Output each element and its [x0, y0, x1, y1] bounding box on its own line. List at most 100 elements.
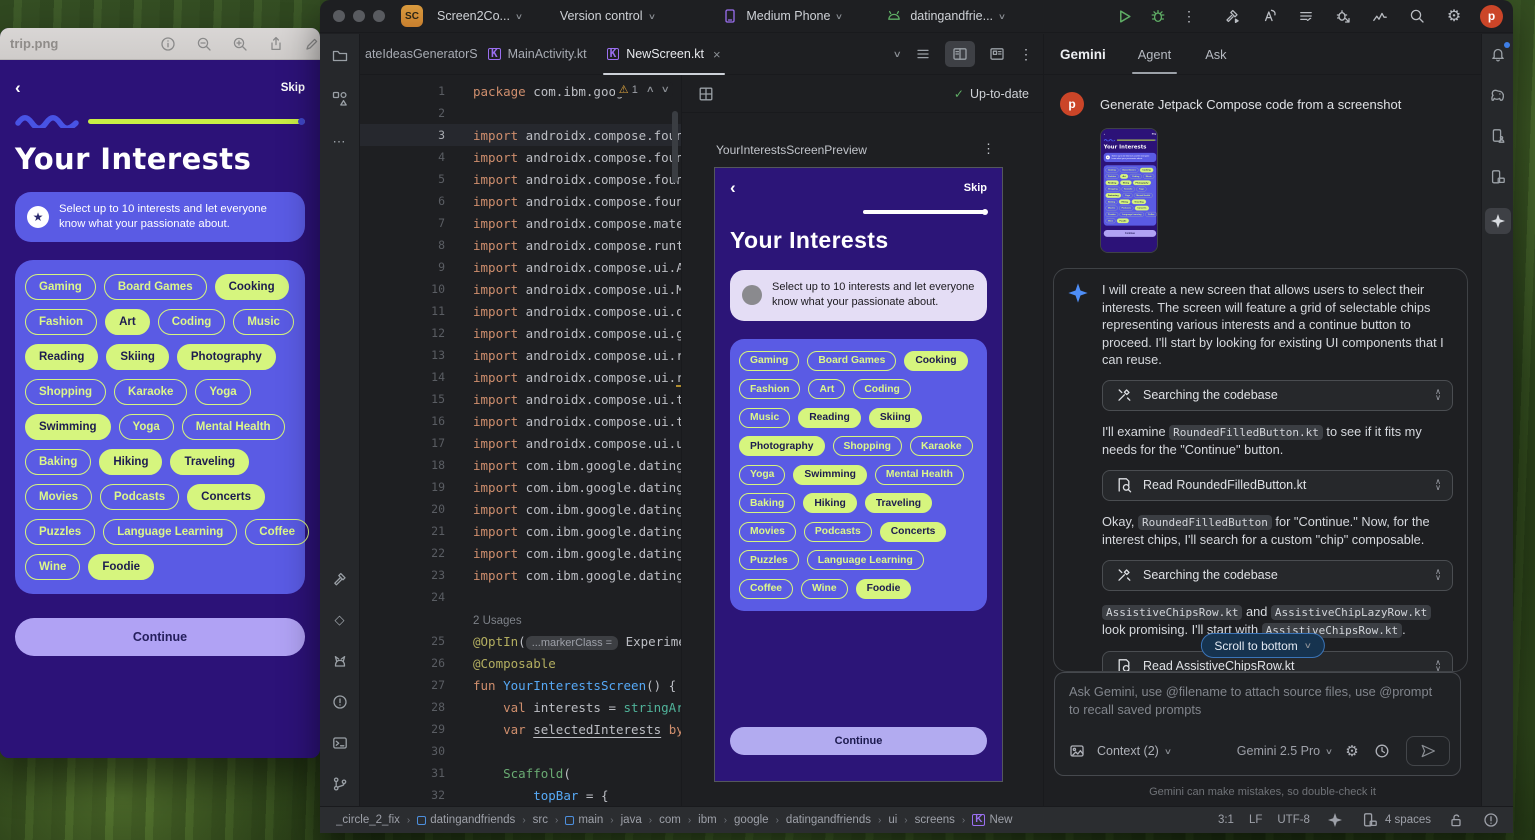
build-icon[interactable]	[1222, 6, 1242, 26]
close-window-button[interactable]	[333, 10, 345, 22]
interest-chip[interactable]: Mental Health	[875, 465, 964, 485]
code-line[interactable]: 6import androidx.compose.foundat	[360, 190, 681, 212]
expand-icon[interactable]: ∧∨	[1435, 660, 1441, 672]
minimize-window-button[interactable]	[353, 10, 365, 22]
tool-call-row[interactable]: Searching the codebase∧∨	[1102, 380, 1453, 411]
interest-chip[interactable]: Concerts	[880, 522, 947, 542]
interest-chip[interactable]: Karaoke	[910, 436, 973, 456]
code-line[interactable]: 26@Composable	[360, 652, 681, 674]
breadcrumb-item[interactable]: datingandfriends	[786, 814, 871, 826]
line-separator[interactable]: LF	[1249, 814, 1262, 826]
code-line[interactable]: 30	[360, 740, 681, 762]
interest-chip[interactable]: Yoga	[739, 465, 785, 485]
gemini-settings-icon[interactable]: ⚙	[1342, 741, 1362, 761]
breadcrumb-item[interactable]: screens	[915, 814, 955, 826]
code-line[interactable]: 3import androidx.compose.foundat	[360, 124, 681, 146]
breadcrumb-item[interactable]: google	[734, 814, 769, 826]
interest-chip[interactable]: Cooking	[904, 351, 967, 371]
attach-debugger-icon[interactable]	[1333, 6, 1353, 26]
code-line[interactable]: 16import androidx.compose.ui.tool	[360, 410, 681, 432]
inlay-hint-row[interactable]: 2 Usages	[360, 608, 681, 630]
back-icon[interactable]: ‹	[730, 182, 736, 194]
gemini-icon[interactable]	[1488, 211, 1508, 231]
code-line[interactable]: 19import com.ibm.google.datingand	[360, 476, 681, 498]
build-hammer-icon[interactable]	[330, 569, 350, 589]
todo-icon[interactable]	[1296, 6, 1316, 26]
breadcrumb-item[interactable]: ibm	[698, 814, 717, 826]
indent-config[interactable]: 4 spaces	[1360, 810, 1431, 830]
more-icon[interactable]: ⋯	[330, 132, 350, 152]
code-line[interactable]: 10import androidx.compose.ui.Modi	[360, 278, 681, 300]
code-line[interactable]: 15import androidx.compose.ui.text	[360, 388, 681, 410]
version-control-icon[interactable]	[330, 774, 350, 794]
code-line[interactable]: 20import com.ibm.google.datingand	[360, 498, 681, 520]
code-line[interactable]: 12import androidx.compose.ui.grap	[360, 322, 681, 344]
prev-problem-icon[interactable]: ∧	[645, 84, 654, 95]
code-line[interactable]: 13import androidx.compose.ui.res.	[360, 344, 681, 366]
preview-options-icon[interactable]: ⋮	[982, 141, 995, 157]
preview-name-label[interactable]: YourInterestsScreenPreview	[716, 143, 867, 157]
notifications-icon[interactable]	[1488, 44, 1508, 64]
code-line[interactable]: 27fun YourInterestsScreen() {	[360, 674, 681, 696]
expand-icon[interactable]: ∧∨	[1435, 569, 1441, 581]
project-selector[interactable]: Screen2Co...∨	[431, 4, 528, 28]
breadcrumb-item[interactable]: src	[533, 814, 548, 826]
tab-ask[interactable]: Ask	[1203, 34, 1228, 74]
logcat-icon[interactable]	[330, 651, 350, 671]
interest-chip[interactable]: Fashion	[739, 379, 800, 399]
interest-chip[interactable]: Coffee	[739, 579, 793, 599]
problems-status-icon[interactable]	[1481, 810, 1501, 830]
split-view-toggle[interactable]	[945, 41, 975, 67]
interest-chip[interactable]: Wine	[801, 579, 848, 599]
scroll-to-bottom-button[interactable]: Scroll to bottom∨	[1200, 633, 1324, 658]
code-line[interactable]: 21import com.ibm.google.datingand	[360, 520, 681, 542]
tab-agent[interactable]: Agent	[1136, 34, 1173, 74]
code-line[interactable]: 17import androidx.compose.ui.unit	[360, 432, 681, 454]
interest-chip[interactable]: Art	[808, 379, 845, 399]
breadcrumb-item[interactable]: datingandfriends	[417, 814, 515, 826]
code-line[interactable]: 4import androidx.compose.foundat	[360, 146, 681, 168]
interest-chip[interactable]: Puzzles	[739, 550, 799, 570]
code-line[interactable]: 24	[360, 586, 681, 608]
debug-button[interactable]	[1148, 6, 1168, 26]
interest-chip[interactable]: Swimming	[793, 465, 867, 485]
breadcrumb-item[interactable]: main	[565, 814, 603, 826]
code-line[interactable]: 2	[360, 102, 681, 124]
window-controls[interactable]	[333, 10, 385, 22]
editor-scrollbar[interactable]	[672, 111, 678, 183]
expand-icon[interactable]: ∧∨	[1435, 389, 1441, 401]
code-line[interactable]: 8import androidx.compose.runtime	[360, 234, 681, 256]
close-tab-icon[interactable]: ×	[713, 47, 721, 62]
code-line[interactable]: 23import com.ibm.google.datingand	[360, 564, 681, 586]
interest-chip[interactable]: Podcasts	[804, 522, 872, 542]
send-button[interactable]	[1406, 736, 1450, 766]
design-view-icon[interactable]	[987, 44, 1007, 64]
device-manager-icon[interactable]	[1488, 126, 1508, 146]
tab-mainactivity[interactable]: K MainActivity.kt	[478, 34, 597, 74]
run-configuration-selector[interactable]: datingandfrie...∨	[878, 4, 1011, 28]
tab-list-chevron-icon[interactable]: ∨	[893, 49, 902, 60]
markup-icon[interactable]	[303, 35, 320, 52]
breadcrumb-item[interactable]: KNew	[972, 814, 1012, 826]
interest-chip[interactable]: Traveling	[865, 493, 932, 513]
code-line[interactable]: 9import androidx.compose.ui.Alig	[360, 256, 681, 278]
code-line[interactable]: 29 var selectedInterests by re	[360, 718, 681, 740]
code-line[interactable]: 11import androidx.compose.ui.draw	[360, 300, 681, 322]
interest-chip[interactable]: Hiking	[803, 493, 856, 513]
tab-dateideasgeneratorscreen[interactable]: ateIdeasGeneratorScreen.kt	[360, 34, 478, 74]
interest-chip[interactable]: Foodie	[856, 579, 912, 599]
interest-chip[interactable]: Shopping	[833, 436, 902, 456]
code-view-icon[interactable]	[913, 44, 933, 64]
interest-chip[interactable]: Skiing	[869, 408, 922, 428]
zoom-out-icon[interactable]	[195, 35, 212, 52]
attach-image-icon[interactable]	[1067, 741, 1087, 761]
code-line[interactable]: 31 Scaffold(	[360, 762, 681, 784]
interest-chip[interactable]: Language Learning	[807, 550, 924, 570]
problems-icon[interactable]	[330, 692, 350, 712]
attached-screenshot-thumbnail[interactable]: ‹SkipYour Interests★Select up to 10 inte…	[1100, 128, 1158, 253]
interest-chip[interactable]: Photography	[739, 436, 825, 456]
code-line[interactable]: 22import com.ibm.google.datingand	[360, 542, 681, 564]
breadcrumb-item[interactable]: _circle_2_fix	[336, 814, 400, 826]
gemini-input-box[interactable]: Context (2)∨ Gemini 2.5 Pro∨ ⚙	[1054, 672, 1461, 776]
code-line[interactable]: 18import com.ibm.google.datingand	[360, 454, 681, 476]
